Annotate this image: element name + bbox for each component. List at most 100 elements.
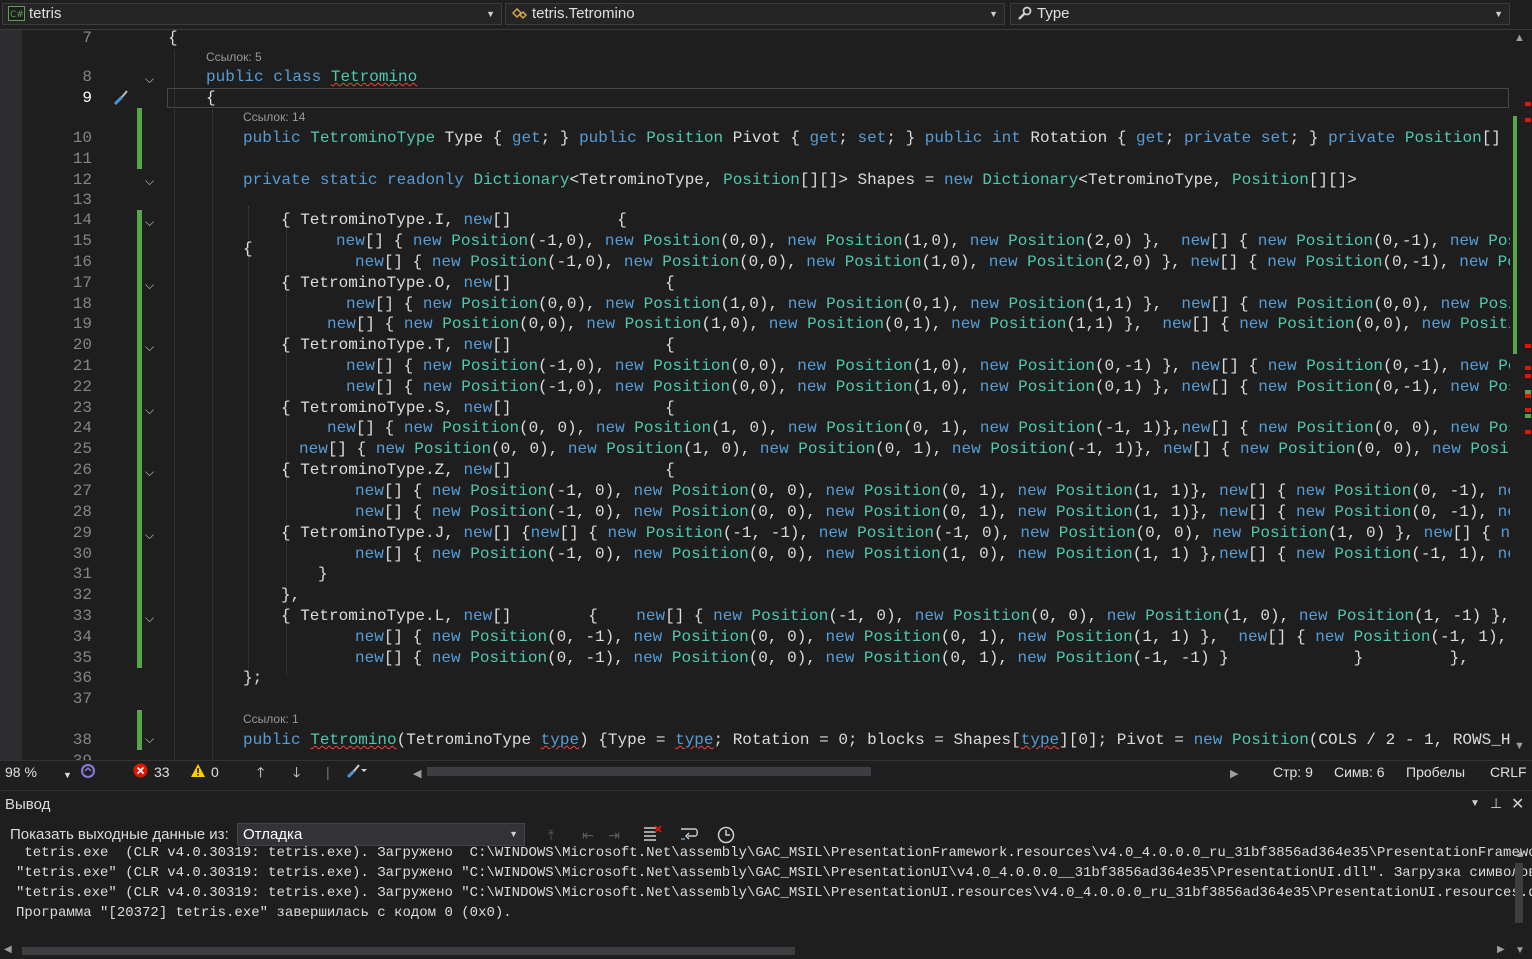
code-line-32: }, <box>281 586 301 604</box>
code-token: Position <box>1337 607 1415 625</box>
code-token: { TetrominoType.O, <box>281 274 464 292</box>
code-token: new <box>431 482 471 500</box>
chevron-down-icon: ▼ <box>989 9 998 19</box>
code-token: [] { <box>1191 315 1240 333</box>
warning-count[interactable]: 0 <box>211 763 219 781</box>
fold-toggle[interactable]: ⌵ <box>145 529 157 541</box>
brush-icon[interactable] <box>111 87 131 107</box>
code-token: { TetrominoType.I, <box>281 211 464 229</box>
overview-error-marker <box>1525 102 1531 106</box>
code-editor[interactable]: 7 8 9 10 11 12 13 14 15 16 17 18 19 20 21 22 23 24 25 26 27 2… <box>0 30 1532 760</box>
scroll-up-icon[interactable]: ▲ <box>1514 32 1525 44</box>
code-token: public <box>243 129 311 147</box>
code-line-13: { <box>243 240 253 258</box>
code-token: Position <box>1277 315 1355 333</box>
references-codelens[interactable]: Ссылок: 14 <box>243 109 305 125</box>
error-icon[interactable] <box>133 763 148 782</box>
code-token: (-1,0), <box>538 378 615 396</box>
change-marker <box>137 108 142 169</box>
find-message-icon[interactable]: ⤒ <box>541 825 561 845</box>
code-token: new <box>422 295 462 313</box>
code-token: (0, 0), <box>1373 419 1451 437</box>
code-token: (-1, 1), <box>1430 628 1517 646</box>
code-line-21: new[] { new Position(-1,0), new Position… <box>346 356 1532 376</box>
indentation-indicator[interactable]: Пробелы <box>1406 763 1465 781</box>
code-token: (1, 0), <box>940 545 1018 563</box>
code-token: new <box>422 378 462 396</box>
close-icon[interactable]: ✕ <box>1511 794 1524 814</box>
code-token: (1,0), <box>912 378 980 396</box>
line-indicator[interactable]: Стр: 9 <box>1273 763 1313 781</box>
code-token: new <box>970 295 1009 313</box>
word-wrap-icon[interactable] <box>679 825 699 845</box>
fold-toggle[interactable]: ⌵ <box>145 175 157 187</box>
code-token: new <box>1219 503 1248 521</box>
chevron-down-icon[interactable]: ▼ <box>1470 798 1480 809</box>
class-dropdown[interactable]: tetris.Tetromino ▼ <box>505 3 1005 25</box>
fold-toggle[interactable]: ⌵ <box>145 279 157 291</box>
code-token: new <box>346 357 375 375</box>
previous-message-icon[interactable]: ⇤ <box>578 825 598 845</box>
code-token: (0,-1) }, <box>1094 357 1191 375</box>
code-token: Position <box>470 482 548 500</box>
arrow-down-icon[interactable]: 🡓 <box>293 763 300 781</box>
scroll-left-icon[interactable]: ◀ <box>4 944 12 955</box>
fold-toggle[interactable]: ⌵ <box>145 466 157 478</box>
clean-icon[interactable] <box>345 763 367 783</box>
code-token: new <box>713 607 752 625</box>
next-message-icon[interactable]: ⇥ <box>604 825 624 845</box>
code-token: new <box>1239 315 1278 333</box>
output-scroll-thumb[interactable] <box>1515 863 1523 923</box>
warning-icon[interactable] <box>190 763 206 782</box>
scroll-up-icon[interactable]: ▲ <box>1515 849 1525 860</box>
error-count[interactable]: 33 <box>154 763 170 781</box>
class-icon <box>511 6 528 21</box>
fold-toggle[interactable]: ⌵ <box>145 733 157 745</box>
code-token: (-1, 1)}, <box>1095 419 1182 437</box>
code-token: Position <box>461 295 539 313</box>
output-vertical-scrollbar[interactable]: ▲ ▼ <box>1510 849 1532 959</box>
line-ending-indicator[interactable]: CRLF <box>1490 763 1527 781</box>
code-token: new <box>422 357 462 375</box>
code-token: new <box>1020 524 1059 542</box>
scroll-left-icon[interactable]: ◀ <box>413 765 421 783</box>
scroll-down-icon[interactable]: ▼ <box>1514 740 1525 752</box>
scroll-right-icon[interactable]: ▶ <box>1497 944 1505 955</box>
code-token: (0,1), <box>883 315 952 333</box>
fold-toggle[interactable]: ⌵ <box>145 73 157 85</box>
references-codelens[interactable]: Ссылок: 5 <box>206 49 262 65</box>
code-token: (0, 1), <box>940 649 1018 667</box>
column-indicator[interactable]: Симв: 6 <box>1334 763 1385 781</box>
horizontal-scrollbar-thumb[interactable] <box>427 767 871 776</box>
overview-change-marker <box>1513 116 1517 354</box>
fold-toggle[interactable]: ⌵ <box>145 404 157 416</box>
code-token: [] { <box>383 649 432 667</box>
output-horizontal-scrollbar-thumb[interactable] <box>22 947 795 955</box>
code-token: (0, 1), <box>940 482 1018 500</box>
code-token: Position <box>671 503 749 521</box>
fold-toggle[interactable]: ⌵ <box>145 341 157 353</box>
clear-all-icon[interactable] <box>642 825 662 845</box>
fold-toggle[interactable]: ⌵ <box>145 216 157 228</box>
fold-toggle[interactable]: ⌵ <box>145 612 157 624</box>
code-token: new <box>463 399 493 417</box>
code-token: new <box>1238 628 1268 646</box>
code-token: new <box>431 649 471 667</box>
scroll-right-icon[interactable]: ▶ <box>1230 765 1238 783</box>
scroll-down-icon[interactable]: ▼ <box>1515 945 1525 956</box>
arrow-up-icon[interactable]: 🡑 <box>257 763 264 781</box>
chevron-down-icon[interactable]: ▼ <box>63 766 72 784</box>
code-token: Position <box>671 482 749 500</box>
zoom-level[interactable]: 98 % <box>5 763 37 781</box>
code-token: Position <box>807 315 884 333</box>
code-token: Position <box>1055 545 1133 563</box>
health-icon[interactable] <box>80 763 96 783</box>
code-token: ; } <box>886 129 925 147</box>
clock-icon[interactable] <box>716 825 736 845</box>
line-number: 29 <box>72 524 92 542</box>
project-dropdown[interactable]: C# tetris ▼ <box>2 3 502 25</box>
code-line-15: new[] { new Position(-1,0), new Position… <box>336 231 1532 251</box>
member-dropdown[interactable]: Type ▼ <box>1010 3 1510 25</box>
pin-icon[interactable]: ⊥ <box>1490 795 1502 812</box>
references-codelens[interactable]: Ссылок: 1 <box>243 711 299 727</box>
